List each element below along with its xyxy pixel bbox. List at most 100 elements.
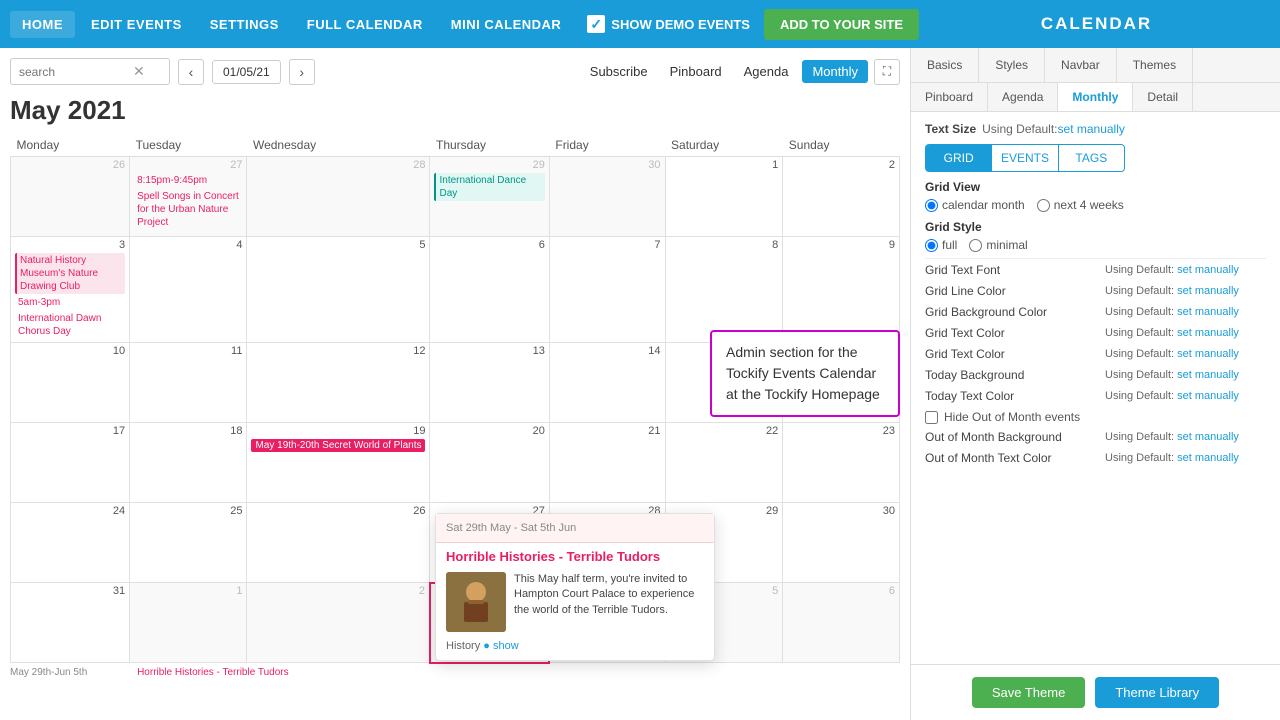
next-month-button[interactable]: ›	[289, 59, 315, 85]
nav-edit-events[interactable]: EDIT EVENTS	[79, 11, 194, 38]
day-may-19: 19 May 19th-20th Secret World of Plants	[247, 423, 430, 503]
search-clear-icon[interactable]: ✕	[133, 63, 145, 80]
out-month-text-link[interactable]: set manually	[1177, 452, 1239, 464]
day-may-1: 1	[665, 157, 783, 237]
day-may-18: 18	[130, 423, 247, 503]
event-item[interactable]: 8:15pm-9:45pm	[134, 173, 242, 188]
today-text-link[interactable]: set manually	[1177, 390, 1239, 402]
admin-tooltip-text: Admin section for the Tockify Events Cal…	[726, 344, 880, 402]
text-size-value: Using Default:	[982, 122, 1057, 136]
nav-show-demo[interactable]: ✓ SHOW DEMO EVENTS	[577, 9, 760, 39]
out-month-bg-link[interactable]: set manually	[1177, 431, 1239, 443]
grid-text-font-label: Grid Text Font	[925, 263, 1105, 277]
day-apr-27: 27 8:15pm-9:45pm Spell Songs in Concert …	[130, 157, 247, 237]
nav-settings[interactable]: SETTINGS	[198, 11, 291, 38]
day-may-12: 12	[247, 343, 430, 423]
today-text-sub: Using Default: set manually	[1105, 390, 1266, 402]
grid-view-calendar-month[interactable]: calendar month	[925, 198, 1025, 212]
settings-footer: Save Theme Theme Library	[911, 664, 1280, 720]
day-number: 25	[134, 505, 242, 517]
day-number: 30	[554, 159, 661, 171]
save-theme-button[interactable]: Save Theme	[972, 677, 1085, 708]
grid-line-color-link[interactable]: set manually	[1177, 285, 1239, 297]
event-item[interactable]: International Dance Day	[434, 173, 544, 201]
grid-text-color-link-1[interactable]: set manually	[1177, 327, 1239, 339]
col-sunday: Sunday	[783, 134, 900, 157]
event-item[interactable]: International Dawn Chorus Day	[15, 311, 125, 339]
day-number: 19	[251, 425, 425, 437]
day-apr-29: 29 International Dance Day	[430, 157, 549, 237]
col-saturday: Saturday	[665, 134, 783, 157]
grid-view-next-4-weeks[interactable]: next 4 weeks	[1037, 198, 1124, 212]
agenda-button[interactable]: Agenda	[736, 60, 797, 83]
event-item[interactable]: May 19th-20th Secret World of Plants	[251, 439, 425, 452]
day-may-25: 25	[130, 503, 247, 583]
col-monday: Monday	[11, 134, 130, 157]
radio-full[interactable]	[925, 239, 938, 252]
popup-tag[interactable]: History	[446, 640, 480, 652]
day-number: 24	[15, 505, 125, 517]
radio-minimal[interactable]	[969, 239, 982, 252]
day-number: 11	[134, 345, 242, 357]
day-jun-6: 6	[783, 583, 900, 663]
day-number: 20	[434, 425, 544, 437]
table-row: 26 27 8:15pm-9:45pm Spell Songs in Conce…	[11, 157, 900, 237]
search-box[interactable]: ✕	[10, 58, 170, 85]
day-may-30: 30	[783, 503, 900, 583]
view-tab-monthly[interactable]: Monthly	[1058, 83, 1133, 111]
hide-out-of-month-checkbox[interactable]	[925, 411, 938, 424]
text-size-link[interactable]: set manually	[1058, 122, 1125, 136]
grid-bg-color-link[interactable]: set manually	[1177, 306, 1239, 318]
day-apr-26: 26	[11, 157, 130, 237]
subscribe-button[interactable]: Subscribe	[582, 60, 656, 83]
radio-next-4-weeks[interactable]	[1037, 199, 1050, 212]
view-tab-pinboard[interactable]: Pinboard	[911, 83, 988, 111]
event-item[interactable]: Spell Songs in Concert for the Urban Nat…	[134, 189, 242, 230]
view-tab-agenda[interactable]: Agenda	[988, 83, 1058, 111]
tab-navbar[interactable]: Navbar	[1045, 48, 1117, 82]
event-item[interactable]: Natural History Museum's Nature Drawing …	[15, 253, 125, 294]
grid-text-font-link[interactable]: set manually	[1177, 264, 1239, 276]
grid-bg-color-row: Grid Background Color Using Default: set…	[925, 305, 1266, 319]
prev-month-button[interactable]: ‹	[178, 59, 204, 85]
segment-control: GRID EVENTS TAGS	[925, 144, 1125, 172]
day-number: 8	[670, 239, 779, 251]
search-input[interactable]	[19, 65, 129, 79]
grid-style-minimal[interactable]: minimal	[969, 238, 1027, 252]
segment-grid[interactable]: GRID	[926, 145, 991, 171]
nav-home[interactable]: HOME	[10, 11, 75, 38]
tab-themes[interactable]: Themes	[1117, 48, 1193, 82]
day-may-23: 23	[783, 423, 900, 503]
hide-out-of-month-label: Hide Out of Month events	[944, 410, 1080, 424]
nav-add-to-site[interactable]: ADD TO YOUR SITE	[764, 9, 919, 40]
fullscreen-icon[interactable]: ⛶	[874, 59, 900, 85]
day-apr-28: 28	[247, 157, 430, 237]
pinboard-button[interactable]: Pinboard	[662, 60, 730, 83]
day-number: 4	[134, 239, 242, 251]
today-bg-label: Today Background	[925, 368, 1105, 382]
theme-library-button[interactable]: Theme Library	[1095, 677, 1219, 708]
segment-tags[interactable]: TAGS	[1058, 145, 1124, 171]
tab-basics[interactable]: Basics	[911, 48, 979, 82]
hide-out-of-month-row: Hide Out of Month events	[925, 410, 1266, 424]
tab-styles[interactable]: Styles	[979, 48, 1045, 82]
today-bg-link[interactable]: set manually	[1177, 369, 1239, 381]
popup-show-link[interactable]: show	[493, 640, 519, 652]
event-item[interactable]: 5am-3pm	[15, 295, 125, 310]
view-tab-detail[interactable]: Detail	[1133, 83, 1193, 111]
day-number: 9	[787, 239, 895, 251]
event-bar-title[interactable]: Horrible Histories - Terrible Tudors	[137, 667, 900, 678]
grid-line-color-row: Grid Line Color Using Default: set manua…	[925, 284, 1266, 298]
segment-events[interactable]: EVENTS	[991, 145, 1057, 171]
grid-style-full[interactable]: full	[925, 238, 957, 252]
col-wednesday: Wednesday	[247, 134, 430, 157]
popup-event-title[interactable]: Horrible Histories - Terrible Tudors	[436, 543, 714, 568]
nav-full-calendar[interactable]: FULL CALENDAR	[295, 11, 435, 38]
grid-text-color-link-2[interactable]: set manually	[1177, 348, 1239, 360]
nav-mini-calendar[interactable]: MINI CALENDAR	[439, 11, 574, 38]
day-number: 17	[15, 425, 125, 437]
text-size-label: Text Size	[925, 122, 976, 136]
monthly-button[interactable]: Monthly	[802, 60, 868, 83]
radio-calendar-month[interactable]	[925, 199, 938, 212]
event-popup: Sat 29th May - Sat 5th Jun Horrible Hist…	[435, 513, 715, 661]
